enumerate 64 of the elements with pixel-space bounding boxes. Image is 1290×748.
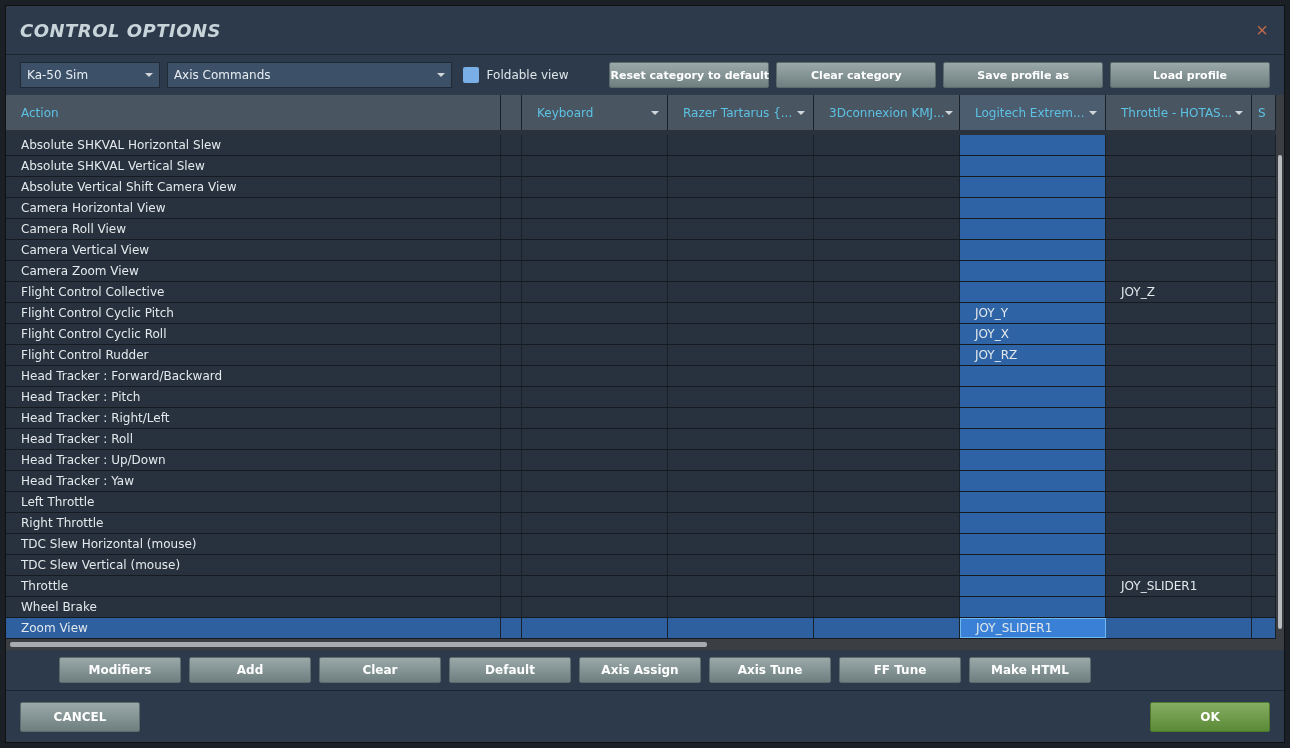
- table-row[interactable]: TDC Slew Vertical (mouse): [6, 555, 1276, 576]
- action-cell: TDC Slew Vertical (mouse): [6, 555, 501, 575]
- table-row[interactable]: Flight Control Rudder JOY_RZ: [6, 345, 1276, 366]
- table-row[interactable]: Absolute SHKVAL Horizontal Slew: [6, 135, 1276, 156]
- action-cell: Flight Control Rudder: [6, 345, 501, 365]
- table-row[interactable]: Camera Horizontal View: [6, 198, 1276, 219]
- binding-cell[interactable]: JOY_X: [960, 324, 1106, 344]
- action-cell: Flight Control Cyclic Pitch: [6, 303, 501, 323]
- action-cell: Left Throttle: [6, 492, 501, 512]
- action-cell: Wheel Brake: [6, 597, 501, 617]
- column-header[interactable]: Action: [6, 95, 501, 130]
- action-cell: Camera Zoom View: [6, 261, 501, 281]
- table-row[interactable]: Left Throttle: [6, 492, 1276, 513]
- action-cell: Head Tracker : Up/Down: [6, 450, 501, 470]
- aircraft-dropdown[interactable]: Ka-50 Sim: [20, 62, 160, 88]
- table-row[interactable]: Camera Zoom View: [6, 261, 1276, 282]
- table-row[interactable]: Head Tracker : Right/Left: [6, 408, 1276, 429]
- window-title: CONTROL OPTIONS: [20, 19, 222, 41]
- table-row[interactable]: Head Tracker : Forward/Backward: [6, 366, 1276, 387]
- binding-cell[interactable]: JOY_SLIDER1: [1106, 576, 1252, 596]
- action-cell: Head Tracker : Pitch: [6, 387, 501, 407]
- column-header[interactable]: Keyboard: [522, 95, 668, 130]
- table-row[interactable]: Head Tracker : Yaw: [6, 471, 1276, 492]
- table-row[interactable]: Camera Vertical View: [6, 240, 1276, 261]
- table-row[interactable]: Head Tracker : Roll: [6, 429, 1276, 450]
- checkbox-label: Foldable view: [486, 68, 569, 82]
- table-row[interactable]: Zoom View JOY_SLIDER1: [6, 618, 1276, 639]
- category-dropdown[interactable]: Axis Commands: [166, 62, 452, 88]
- action-cell: Camera Vertical View: [6, 240, 501, 260]
- table-row[interactable]: Camera Roll View: [6, 219, 1276, 240]
- action-cell: Head Tracker : Forward/Backward: [6, 366, 501, 386]
- vertical-scrollbar[interactable]: [1276, 95, 1284, 639]
- binding-cell[interactable]: JOY_RZ: [960, 345, 1106, 365]
- table-row[interactable]: Absolute SHKVAL Vertical Slew: [6, 156, 1276, 177]
- action-cell: Throttle: [6, 576, 501, 596]
- table-row[interactable]: Right Throttle: [6, 513, 1276, 534]
- table-row[interactable]: Throttle JOY_SLIDER1: [6, 576, 1276, 597]
- table-row[interactable]: Flight Control Cyclic Roll JOY_X: [6, 324, 1276, 345]
- action-cell: TDC Slew Horizontal (mouse): [6, 534, 501, 554]
- action-cell: Camera Horizontal View: [6, 198, 501, 218]
- table-row[interactable]: Head Tracker : Pitch: [6, 387, 1276, 408]
- table-row[interactable]: TDC Slew Horizontal (mouse): [6, 534, 1276, 555]
- action-cell: Absolute SHKVAL Vertical Slew: [6, 156, 501, 176]
- action-cell: Head Tracker : Right/Left: [6, 408, 501, 428]
- column-header[interactable]: Throttle - HOTAS...: [1106, 95, 1252, 130]
- action-cell: Flight Control Collective: [6, 282, 501, 302]
- action-cell: Head Tracker : Roll: [6, 429, 501, 449]
- table-row[interactable]: Absolute Vertical Shift Camera View: [6, 177, 1276, 198]
- column-header[interactable]: Razer Tartarus {...: [668, 95, 814, 130]
- foldable-view-checkbox[interactable]: [462, 67, 479, 83]
- action-cell: Zoom View: [6, 618, 501, 638]
- action-cell: Absolute SHKVAL Horizontal Slew: [6, 135, 501, 155]
- action-cell: Camera Roll View: [6, 219, 501, 239]
- table-row[interactable]: Wheel Brake: [6, 597, 1276, 618]
- action-cell: Flight Control Cyclic Roll: [6, 324, 501, 344]
- binding-cell[interactable]: JOY_Z: [1106, 282, 1252, 302]
- table-row[interactable]: Head Tracker : Up/Down: [6, 450, 1276, 471]
- action-cell: Right Throttle: [6, 513, 501, 533]
- binding-cell[interactable]: JOY_Y: [960, 303, 1106, 323]
- horizontal-scrollbar[interactable]: [6, 639, 1284, 650]
- action-cell: Head Tracker : Yaw: [6, 471, 501, 491]
- table-row[interactable]: Flight Control Collective JOY_Z: [6, 282, 1276, 303]
- action-cell: Absolute Vertical Shift Camera View: [6, 177, 501, 197]
- table-row[interactable]: Flight Control Cyclic Pitch JOY_Y: [6, 303, 1276, 324]
